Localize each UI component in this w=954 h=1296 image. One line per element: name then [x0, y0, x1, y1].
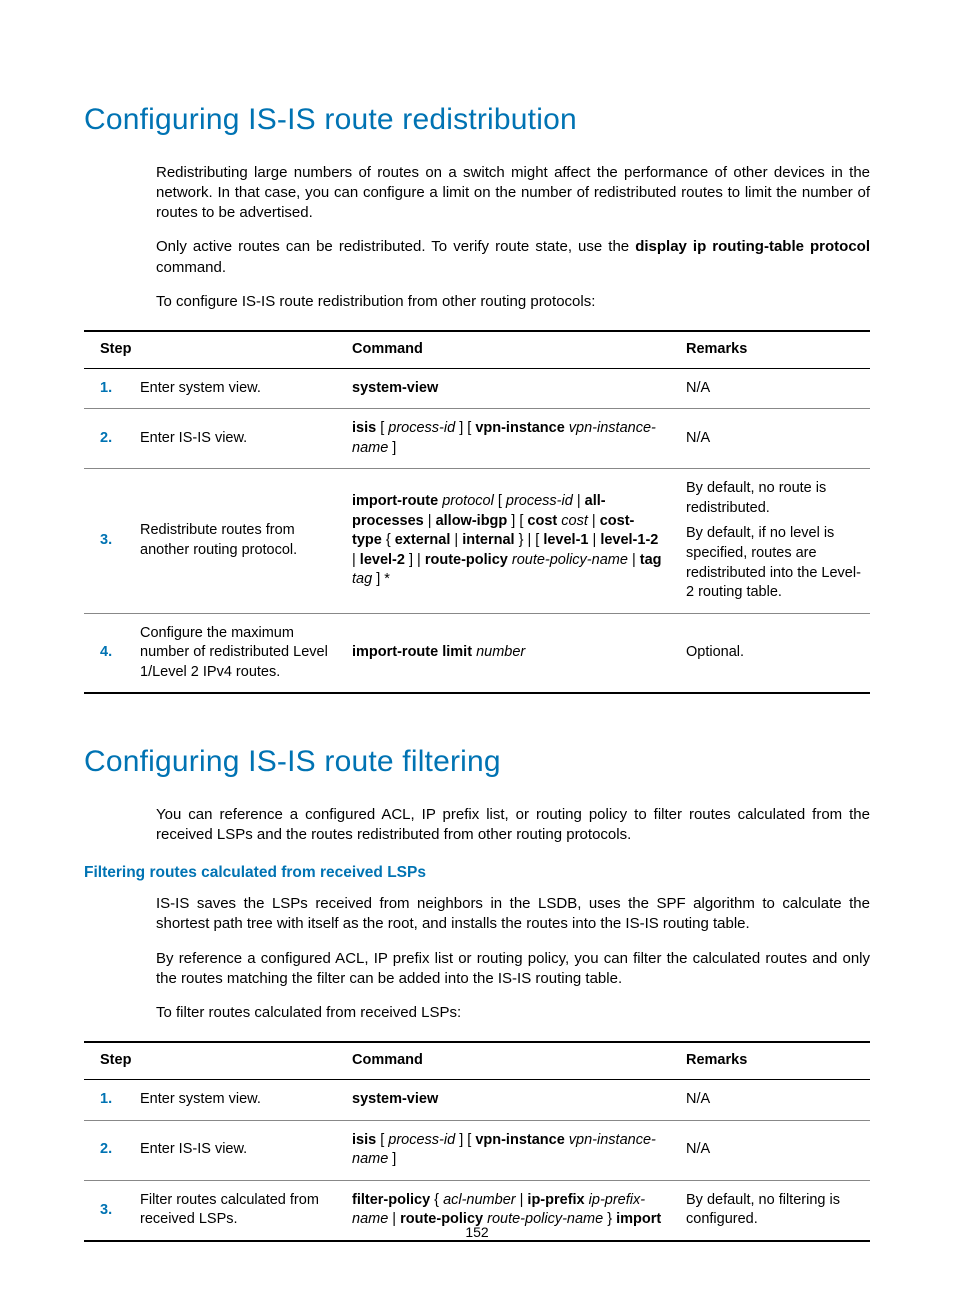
remarks-text: N/A — [680, 409, 870, 469]
table-row: 4.Configure the maximum number of redist… — [84, 613, 870, 693]
table-row: 1.Enter system view.system-viewN/A — [84, 1080, 870, 1121]
table-row: 3.Redistribute routes from another routi… — [84, 469, 870, 613]
command-text: isis [ process-id ] [ vpn-instance vpn-i… — [346, 409, 680, 469]
section2-para1: You can reference a configured ACL, IP p… — [156, 805, 870, 846]
step-text: Enter system view. — [134, 1080, 346, 1121]
section1-para2-pre: Only active routes can be redistributed.… — [156, 238, 635, 255]
step-text: Configure the maximum number of redistri… — [134, 613, 346, 693]
remarks-text: N/A — [680, 1080, 870, 1121]
table-redistribution: Step Command Remarks 1.Enter system view… — [84, 330, 870, 694]
th-step: Step — [84, 331, 346, 368]
table1-body: 1.Enter system view.system-viewN/A2.Ente… — [84, 368, 870, 693]
step-text: Enter system view. — [134, 368, 346, 409]
th-remarks: Remarks — [680, 331, 870, 368]
page-number: 152 — [0, 1223, 954, 1242]
remarks-text: Optional. — [680, 613, 870, 693]
command-text: import-route limit number — [346, 613, 680, 693]
th-remarks2: Remarks — [680, 1042, 870, 1079]
step-number: 2. — [84, 409, 134, 469]
step-number: 2. — [84, 1120, 134, 1180]
section1-title: Configuring IS-IS route redistribution — [84, 100, 870, 141]
th-command2: Command — [346, 1042, 680, 1079]
remarks-text: N/A — [680, 368, 870, 409]
step-text: Enter IS-IS view. — [134, 409, 346, 469]
step-number: 1. — [84, 368, 134, 409]
section2-title: Configuring IS-IS route filtering — [84, 742, 870, 783]
th-step2: Step — [84, 1042, 346, 1079]
step-number: 4. — [84, 613, 134, 693]
section1-para3: To configure IS-IS route redistribution … — [156, 292, 870, 312]
command-text: import-route protocol [ process-id | all… — [346, 469, 680, 613]
table-filtering: Step Command Remarks 1.Enter system view… — [84, 1041, 870, 1241]
table-row: 2.Enter IS-IS view.isis [ process-id ] [… — [84, 1120, 870, 1180]
section1-para2: Only active routes can be redistributed.… — [156, 237, 870, 278]
command-text: system-view — [346, 368, 680, 409]
table-row: 1.Enter system view.system-viewN/A — [84, 368, 870, 409]
step-number: 1. — [84, 1080, 134, 1121]
section1-para2-post: command. — [156, 259, 226, 276]
command-text: isis [ process-id ] [ vpn-instance vpn-i… — [346, 1120, 680, 1180]
remarks-text: N/A — [680, 1120, 870, 1180]
section2-para3: By reference a configured ACL, IP prefix… — [156, 949, 870, 990]
section1-para1: Redistributing large numbers of routes o… — [156, 163, 870, 224]
th-command: Command — [346, 331, 680, 368]
step-number: 3. — [84, 469, 134, 613]
section1-para2-bold: display ip routing-table protocol — [635, 238, 870, 255]
command-text: system-view — [346, 1080, 680, 1121]
table-row: 2.Enter IS-IS view.isis [ process-id ] [… — [84, 409, 870, 469]
step-text: Enter IS-IS view. — [134, 1120, 346, 1180]
section2-subheading: Filtering routes calculated from receive… — [84, 863, 870, 884]
remarks-text: By default, no route is redistributed.By… — [680, 469, 870, 613]
table2-body: 1.Enter system view.system-viewN/A2.Ente… — [84, 1080, 870, 1241]
page: Configuring IS-IS route redistribution R… — [0, 0, 954, 1296]
section2-para4: To filter routes calculated from receive… — [156, 1003, 870, 1023]
step-text: Redistribute routes from another routing… — [134, 469, 346, 613]
section2-para2: IS-IS saves the LSPs received from neigh… — [156, 894, 870, 935]
